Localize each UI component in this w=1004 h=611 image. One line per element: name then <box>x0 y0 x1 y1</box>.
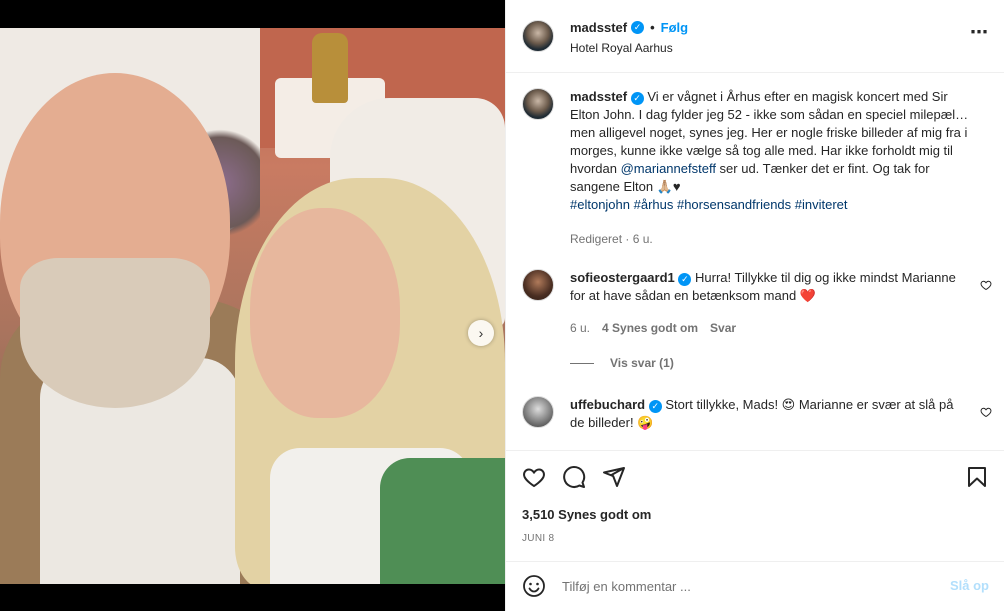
comment-age: 6 u. <box>570 321 591 335</box>
more-options-icon[interactable]: ⋯ <box>970 22 989 43</box>
verified-badge-icon: ✓ <box>678 273 692 286</box>
username-link[interactable]: madsstef <box>570 20 627 35</box>
add-comment-bar: Slå op <box>506 561 1004 611</box>
hashtags[interactable]: #eltonjohn #århus #horsensandfriends #in… <box>570 197 848 212</box>
post-comment-button[interactable]: Slå op <box>950 578 989 593</box>
post-header: madsstef ✓ • Følg Hotel Royal Aarhus ⋯ <box>506 0 1004 73</box>
location-link[interactable]: Hotel Royal Aarhus <box>570 41 673 55</box>
comment-username[interactable]: uffebuchard <box>570 397 645 412</box>
post-actions: 3,510 Synes godt om JUNI 8 <box>506 450 1004 570</box>
likes-count[interactable]: 3,510 Synes godt om <box>522 507 651 522</box>
comment-likes[interactable]: 4 Synes godt om <box>602 319 698 337</box>
post-photo[interactable]: › <box>0 28 505 584</box>
verified-badge-icon: ✓ <box>648 400 662 413</box>
avatar[interactable] <box>522 88 554 120</box>
avatar[interactable] <box>522 269 554 301</box>
comment-icon[interactable] <box>562 465 586 489</box>
avatar[interactable] <box>522 396 554 428</box>
view-replies-button[interactable]: Vis svar (1) <box>570 356 674 370</box>
carousel-next-button[interactable]: › <box>468 320 494 346</box>
post-media: › <box>0 0 505 611</box>
heart-icon[interactable] <box>980 279 992 291</box>
verified-badge-icon: ✓ <box>630 92 644 105</box>
separator: • <box>650 20 655 35</box>
post-panel: madsstef ✓ • Følg Hotel Royal Aarhus ⋯ m… <box>505 0 1004 611</box>
send-icon[interactable] <box>602 465 626 489</box>
caption-username[interactable]: madsstef <box>570 89 627 104</box>
post-date: JUNI 8 <box>522 533 555 544</box>
comment-username[interactable]: sofieostergaard1 <box>570 270 675 285</box>
verified-badge-icon: ✓ <box>631 21 645 34</box>
bookmark-icon[interactable] <box>965 465 989 489</box>
heart-icon[interactable] <box>522 465 546 489</box>
comments-section: madsstef ✓ Vi er vågnet i Århus efter en… <box>506 74 1004 449</box>
follow-button[interactable]: Følg <box>661 20 688 35</box>
mention-link[interactable]: @mariannefsteff <box>621 161 716 176</box>
emoji-icon[interactable] <box>522 574 546 598</box>
avatar[interactable] <box>522 20 554 52</box>
caption-meta: Redigeret · 6 u. <box>570 232 653 246</box>
reply-button[interactable]: Svar <box>710 319 736 337</box>
chevron-right-icon: › <box>478 325 484 341</box>
heart-icon[interactable] <box>980 406 992 418</box>
comment-input[interactable] <box>562 575 922 597</box>
